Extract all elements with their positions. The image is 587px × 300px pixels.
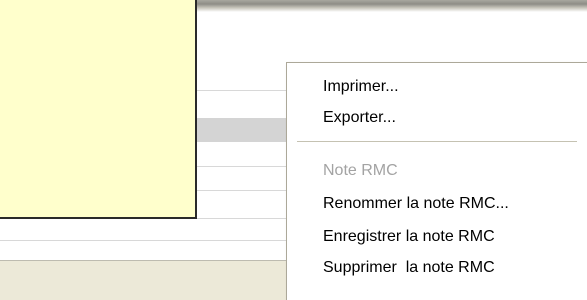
context-menu: Imprimer... Exporter... Note RMC Renomme… — [286, 62, 587, 300]
menu-item-save-rmc-note[interactable]: Enregistrer la note RMC — [323, 224, 495, 250]
menu-item-export[interactable]: Exporter... — [323, 105, 396, 131]
window-top-border — [196, 0, 587, 12]
rmc-note-panel[interactable] — [0, 0, 197, 219]
menu-separator — [297, 141, 577, 142]
menu-item-rename-rmc-note[interactable]: Renommer la note RMC... — [323, 191, 509, 217]
menu-item-rmc-note-header: Note RMC — [323, 162, 398, 179]
menu-item-delete-rmc-note[interactable]: Supprimer la note RMC — [323, 255, 495, 281]
menu-item-print[interactable]: Imprimer... — [323, 74, 399, 100]
